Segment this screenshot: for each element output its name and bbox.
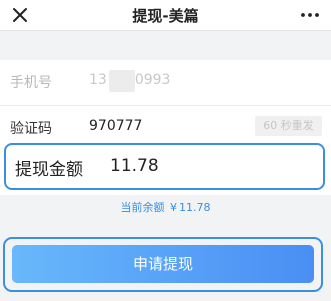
code-row: 验证码 970777 60 秒重发	[0, 106, 331, 141]
code-label: 验证码	[10, 121, 52, 137]
phone-suffix: 0993	[134, 72, 171, 88]
phone-redaction	[109, 70, 135, 92]
submit-highlight: 申请提现	[3, 237, 323, 292]
current-balance: 当前余额 ¥11.78	[0, 199, 331, 215]
amount-input[interactable]	[110, 155, 290, 177]
phone-prefix: 13	[89, 72, 107, 88]
code-value[interactable]: 970777	[89, 118, 142, 134]
more-dots-icon[interactable]	[299, 4, 321, 26]
balance-label: 当前余额	[120, 201, 165, 214]
balance-value: 11.78	[179, 201, 211, 214]
page-title: 提现-美篇	[132, 7, 199, 25]
balance-currency: ¥	[170, 201, 177, 214]
resend-code-button[interactable]: 60 秒重发	[255, 116, 322, 136]
amount-field[interactable]: 提现金额	[4, 143, 325, 190]
phone-label: 手机号	[10, 75, 52, 91]
phone-row: 手机号 13 0993	[0, 60, 331, 106]
apply-withdraw-button[interactable]: 申请提现	[12, 245, 314, 283]
navigation-bar: 提现-美篇	[0, 0, 331, 31]
amount-label: 提现金额	[15, 160, 83, 180]
